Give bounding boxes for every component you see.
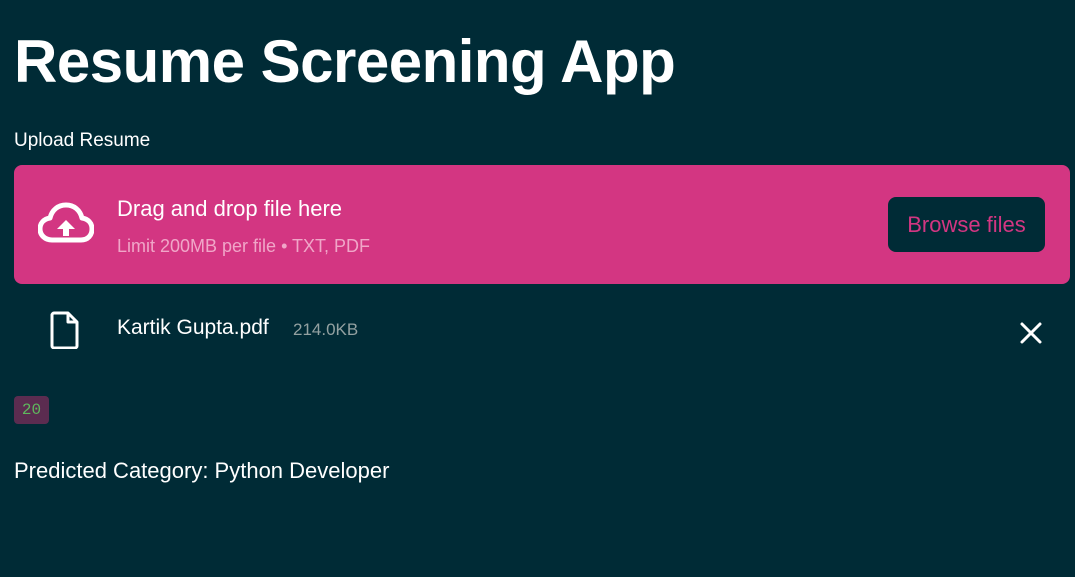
browse-files-button[interactable]: Browse files (888, 197, 1045, 252)
uploaded-file-row: Kartik Gupta.pdf 214.0KB (14, 297, 1070, 365)
dropzone-title: Drag and drop file here (117, 196, 343, 221)
uploaded-file-size: 214.0KB (293, 320, 359, 339)
predicted-category-text: Predicted Category: Python Developer (14, 458, 390, 483)
dropzone-limit-text: Limit 200MB per file • TXT, PDF (117, 236, 371, 256)
file-icon (50, 311, 79, 349)
upload-resume-label: Upload Resume (14, 130, 151, 151)
file-dropzone[interactable]: Drag and drop file here Limit 200MB per … (14, 165, 1070, 284)
close-icon[interactable] (1017, 319, 1045, 347)
cloud-upload-icon (38, 202, 94, 243)
resume-screening-app: Resume Screening App Upload Resume Drag … (14, 0, 1070, 577)
code-output-value: 20 (14, 396, 49, 424)
page-title: Resume Screening App (14, 28, 676, 95)
uploaded-file-name: Kartik Gupta.pdf (117, 316, 269, 339)
